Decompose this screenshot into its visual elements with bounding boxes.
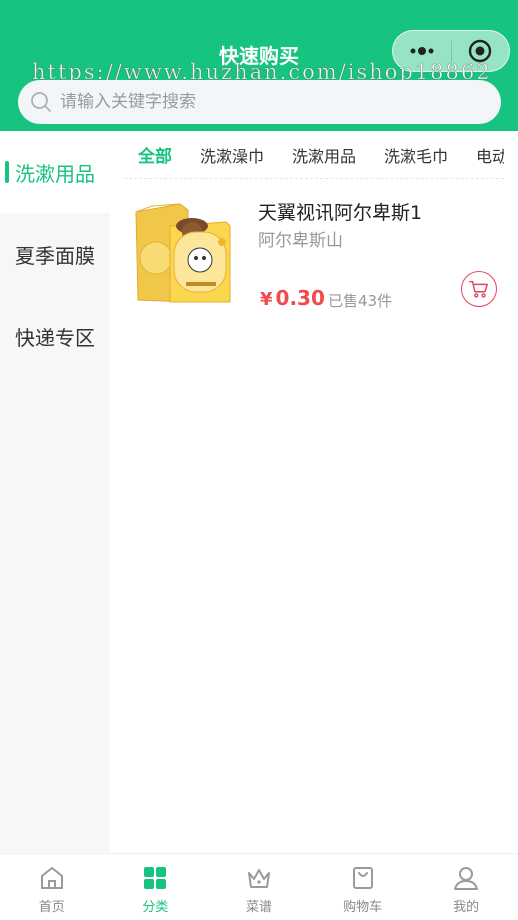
tab-electric[interactable]: 电动 [462, 143, 504, 167]
home-icon [40, 867, 63, 889]
bottom-tab-bar: 首页 分类 菜谱 购物车 我的 [0, 853, 518, 920]
search-input[interactable] [60, 92, 460, 112]
sidebar-item-toiletries[interactable]: 洗漱用品 [0, 131, 110, 213]
more-dots-icon [410, 47, 434, 55]
sidebar-item-summer-masks[interactable]: 夏季面膜 [0, 213, 110, 295]
tab-profile[interactable]: 我的 [414, 854, 518, 920]
category-sidebar: 洗漱用品 夏季面膜 快递专区 [0, 131, 110, 853]
currency-symbol: ¥ [260, 289, 273, 310]
cart-icon [469, 280, 488, 298]
tab-cart[interactable]: 购物车 [311, 854, 415, 920]
tab-toiletries[interactable]: 洗漱用品 [278, 143, 370, 167]
search-bar[interactable] [18, 80, 501, 124]
sidebar-item-label: 快递专区 [15, 325, 95, 350]
tab-category[interactable]: 分类 [104, 854, 208, 920]
sold-count: 已售43件 [328, 292, 393, 310]
subcategory-tabs: 全部 洗漱澡巾 洗漱用品 洗漱毛巾 电动 [124, 131, 504, 179]
search-icon [31, 92, 51, 112]
sidebar-item-express[interactable]: 快递专区 [0, 295, 110, 377]
tab-label: 菜谱 [245, 900, 272, 915]
tab-bath-towels[interactable]: 洗漱澡巾 [186, 143, 278, 167]
tab-all[interactable]: 全部 [124, 142, 186, 167]
tab-towels[interactable]: 洗漱毛巾 [370, 143, 462, 167]
bag-icon [352, 867, 373, 889]
product-item[interactable]: 天翼视讯阿尔卑斯1 阿尔卑斯山 ¥0.30 已售43件 [124, 190, 504, 316]
tab-label: 我的 [453, 900, 480, 915]
crown-icon [247, 869, 270, 888]
tab-label: 分类 [142, 900, 169, 915]
category-icon [144, 867, 167, 889]
tab-home[interactable]: 首页 [0, 854, 104, 920]
user-icon [454, 867, 479, 890]
product-price: ¥0.30 [260, 286, 325, 310]
product-name: 天翼视讯阿尔卑斯1 [258, 202, 423, 224]
tab-label: 购物车 [343, 900, 383, 915]
sidebar-item-label: 洗漱用品 [15, 161, 95, 186]
add-to-cart-button[interactable] [461, 271, 497, 307]
product-subtitle: 阿尔卑斯山 [258, 231, 343, 251]
tab-recipes[interactable]: 菜谱 [207, 854, 311, 920]
sidebar-item-label: 夏季面膜 [15, 243, 95, 268]
header-bar: 快速购买 https://www.huzhan.com/ishop18862 [0, 0, 518, 131]
price-value: 0.30 [275, 286, 325, 310]
product-image [130, 196, 242, 308]
tab-label: 首页 [38, 900, 65, 915]
